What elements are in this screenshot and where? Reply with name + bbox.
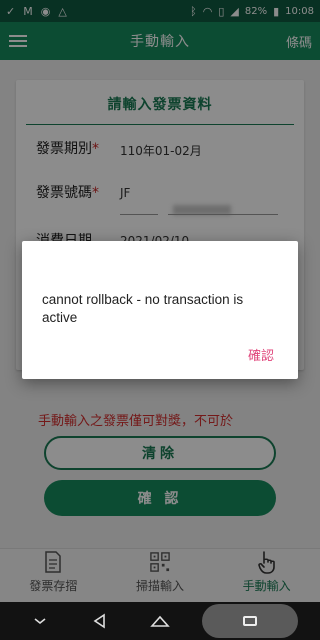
recents-button[interactable] (202, 604, 298, 638)
back-icon[interactable] (82, 606, 118, 636)
alert-dialog: cannot rollback - no transaction is acti… (22, 241, 298, 379)
recents-icon (243, 616, 257, 626)
dialog-message: cannot rollback - no transaction is acti… (42, 292, 244, 325)
chevron-down-icon[interactable] (22, 606, 58, 636)
home-icon[interactable] (142, 606, 178, 636)
system-navigation-bar (0, 602, 320, 640)
dialog-confirm-button[interactable]: 確認 (248, 345, 274, 364)
